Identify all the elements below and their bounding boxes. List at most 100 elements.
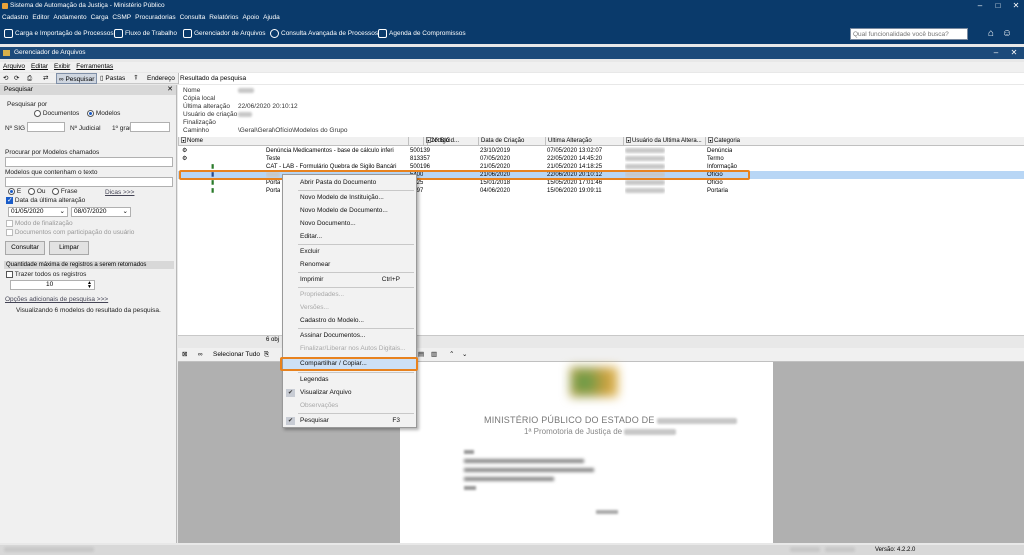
menu-apoio[interactable]: Apoio — [241, 12, 262, 24]
tool-consulta-avancada[interactable]: Consulta Avançada de Processos — [270, 24, 378, 44]
tool-fluxo-trabalho[interactable]: Fluxo de Trabalho — [114, 24, 177, 44]
date-to-picker[interactable]: 08/07/2020 ⌄ — [71, 207, 131, 217]
radio-frase[interactable]: Frase — [52, 188, 77, 195]
tool-carga-importacao[interactable]: Carga e Importação de Processos — [4, 24, 114, 44]
selecionar-tudo-button[interactable]: Selecionar Tudo — [213, 348, 260, 362]
sub-close-icon[interactable]: ✕ — [1006, 47, 1022, 59]
close-icon[interactable]: ✕ — [1008, 0, 1024, 12]
radio-documentos[interactable]: Documentos — [34, 110, 79, 117]
col-categoria[interactable]: ▾ Categoria — [705, 137, 755, 146]
ctx-cadastro-modelo[interactable]: Cadastro do Modelo... — [283, 315, 416, 327]
submenu-ferramentas[interactable]: Ferramentas — [73, 62, 116, 72]
qtd-stepper[interactable]: 10 ▲ ▼ — [10, 280, 95, 290]
binoculars-icon[interactable]: ∞ — [198, 348, 203, 362]
ctx-pesquisar[interactable]: ✔ Pesquisar F3 — [283, 415, 416, 427]
filter-icon[interactable]: ⍒ — [134, 73, 138, 84]
procurar-input[interactable] — [5, 157, 173, 167]
submenu-arquivo[interactable]: Arquivo — [0, 62, 28, 72]
col-criacao[interactable]: Data de Criação — [478, 137, 545, 146]
ctx-excluir[interactable]: Excluir — [283, 246, 416, 258]
address-field[interactable]: Resultado da pesquisa — [178, 73, 1024, 84]
pesquisar-button[interactable]: ∞ Pesquisar — [56, 73, 98, 84]
stepper-icon[interactable]: ▲ ▼ — [87, 281, 92, 290]
docs-participacao-checkbox[interactable]: Documentos com participação do usuário — [6, 229, 134, 236]
two-page-icon[interactable]: ▥ — [431, 348, 437, 362]
radio-ou[interactable]: Ou — [28, 188, 45, 195]
page-view-icon[interactable]: ▤ — [418, 348, 424, 362]
ctx-imprimir[interactable]: Imprimir Ctrl+P — [283, 274, 416, 286]
submenu-editar[interactable]: Editar — [28, 62, 51, 72]
tool-gerenciador-arquivos[interactable]: Gerenciador de Arquivos — [183, 24, 266, 44]
ctx-legendas[interactable]: Legendas — [283, 374, 416, 386]
dropdown-icon[interactable]: ▾ — [426, 137, 431, 144]
user-icon[interactable]: ☺ — [1001, 28, 1013, 40]
date-from-picker[interactable]: 01/05/2020 ⌄ — [8, 207, 68, 217]
print-icon[interactable]: ⎙ — [27, 73, 32, 84]
consultar-button[interactable]: Consultar — [5, 241, 45, 255]
copy-icon[interactable]: ⎘ — [264, 348, 269, 362]
maximize-icon[interactable]: □ — [990, 0, 1006, 12]
dropdown-icon[interactable]: ▾ — [181, 137, 186, 144]
minimize-icon[interactable]: – — [972, 0, 988, 12]
ctx-finalizar[interactable]: Finalizar/Liberar nos Autos Digitais... — [283, 343, 416, 355]
pastas-button[interactable]: ▯ Pastas — [100, 73, 125, 84]
menu-consulta[interactable]: Consulta — [178, 12, 208, 24]
page-down-icon[interactable]: ⌄ — [462, 348, 467, 362]
col-alteracao[interactable]: Última Alteração — [545, 137, 623, 146]
data-alteracao-checkbox[interactable]: Data da última alteração — [6, 196, 85, 204]
menu-procuradorias[interactable]: Procuradorias — [133, 12, 177, 24]
menu-relatorios[interactable]: Relatórios — [207, 12, 240, 24]
page-up-icon[interactable]: ⌃ — [449, 348, 454, 362]
panel-close-icon[interactable]: ✕ — [167, 85, 173, 95]
njudicial-input[interactable] — [130, 122, 170, 132]
ctx-novo-documento[interactable]: Novo Documento... — [283, 218, 416, 230]
radio-modelos[interactable]: Modelos — [87, 110, 120, 117]
prop-finalizacao: Finalização — [183, 119, 216, 126]
modo-finalizacao-checkbox[interactable]: Modo de finalização — [6, 220, 73, 227]
sub-minimize-icon[interactable]: – — [988, 47, 1004, 59]
menu-editor[interactable]: Editor — [30, 12, 51, 24]
limpar-button[interactable]: Limpar — [49, 241, 89, 255]
radio-e[interactable]: E — [8, 188, 21, 195]
ctx-novo-modelo-documento[interactable]: Novo Modelo de Documento... — [283, 205, 416, 217]
submenu-exibir[interactable]: Exibir — [51, 62, 73, 72]
dropdown-icon[interactable]: ▾ — [708, 137, 713, 144]
back-icon[interactable]: ⟲ — [3, 73, 8, 84]
contenham-input[interactable] — [5, 177, 173, 187]
function-search-input[interactable] — [850, 28, 968, 40]
ctx-abrir-pasta[interactable]: Abrir Pasta do Documento — [283, 177, 416, 189]
forward-icon[interactable]: ⟳ — [14, 73, 19, 84]
ctx-renomear[interactable]: Renomear — [283, 259, 416, 271]
blurred-text — [596, 510, 618, 514]
dropdown-icon[interactable]: ▾ — [626, 137, 631, 144]
ctx-assinar[interactable]: Assinar Documentos... — [283, 330, 416, 342]
col-nsig[interactable]: ▾ Nº SIG — [423, 137, 478, 146]
col-usuario[interactable]: ▾ Usuário da Última Altera... — [623, 137, 705, 146]
ctx-versoes[interactable]: Versões... — [283, 302, 416, 314]
chevron-down-icon: ⌄ — [59, 208, 65, 215]
col-nome[interactable]: ▾ Nome — [178, 137, 408, 146]
nsig-input[interactable] — [27, 122, 65, 132]
menu-carga[interactable]: Carga — [89, 12, 111, 24]
table-row[interactable]: ⚙ Denúncia Medicamentos - base de cálcul… — [178, 147, 1024, 155]
ctx-novo-modelo-instituicao[interactable]: Novo Modelo de Instituição... — [283, 192, 416, 204]
ctx-propriedades[interactable]: Propriedades... — [283, 289, 416, 301]
tool-agenda[interactable]: Agenda de Compromissos — [378, 24, 466, 44]
trazer-todos-checkbox[interactable]: Trazer todos os registros — [6, 271, 86, 278]
home-icon[interactable]: ⌂ — [985, 28, 997, 40]
app-icon — [2, 3, 8, 9]
opcoes-adicionais-link[interactable]: Opções adicionais de pesquisa >>> — [5, 296, 108, 303]
table-row[interactable]: ⚙ Teste 813357 07/05/2020 22/05/2020 14:… — [178, 155, 1024, 163]
refresh-icon[interactable]: ⇄ — [43, 73, 48, 84]
menu-andamento[interactable]: Andamento — [51, 12, 88, 24]
menu-ajuda[interactable]: Ajuda — [261, 12, 282, 24]
blurred-text — [464, 450, 474, 454]
dicas-link[interactable]: Dicas >>> — [105, 189, 134, 196]
ctx-editar[interactable]: Editar... — [283, 231, 416, 243]
ctx-visualizar-arquivo[interactable]: ✔ Visualizar Arquivo — [283, 387, 416, 399]
close-preview-icon[interactable]: ⊠ — [182, 348, 187, 362]
menu-cadastro[interactable]: Cadastro — [0, 12, 30, 24]
menu-csmp[interactable]: CSMP — [110, 12, 133, 24]
ctx-observacoes[interactable]: Observações — [283, 400, 416, 412]
context-menu: Abrir Pasta do Documento Novo Modelo de … — [282, 174, 417, 428]
